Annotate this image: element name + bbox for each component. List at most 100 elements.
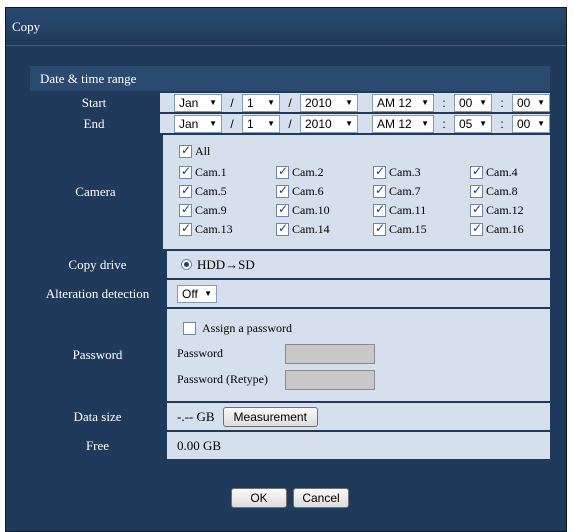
camera-label-text: Cam.6 bbox=[292, 183, 324, 198]
checkbox-icon[interactable] bbox=[276, 164, 289, 179]
chevron-down-icon: ▼ bbox=[209, 119, 217, 128]
checkbox-icon[interactable] bbox=[470, 164, 483, 179]
chevron-down-icon: ▼ bbox=[267, 98, 275, 107]
password-row: Password Assign a password Password Pass… bbox=[30, 309, 550, 401]
camera-checkbox-item[interactable]: Cam.4 bbox=[470, 164, 550, 180]
retype-line: Password (Retype) bbox=[177, 369, 375, 390]
start-label: Start bbox=[30, 93, 158, 112]
ok-button[interactable]: OK bbox=[231, 488, 287, 508]
alteration-select[interactable]: Off ▼ bbox=[177, 284, 217, 303]
end-row: End Jan ▼ / 1 ▼ / 2010 ▼ AM 12 ▼ : 05 ▼ : 00 ▼ bbox=[30, 114, 550, 133]
chevron-down-icon: ▼ bbox=[345, 119, 353, 128]
checkbox-icon[interactable] bbox=[179, 143, 192, 158]
checkbox-icon[interactable] bbox=[276, 202, 289, 217]
checkbox-icon[interactable] bbox=[179, 202, 192, 217]
start-month-select[interactable]: Jan ▼ bbox=[174, 93, 222, 112]
checkbox-icon[interactable] bbox=[470, 221, 483, 236]
camera-all[interactable]: All bbox=[179, 143, 210, 159]
end-hour-select[interactable]: AM 12 ▼ bbox=[372, 114, 434, 133]
camera-checkbox-item[interactable]: Cam.14 bbox=[276, 221, 373, 237]
camera-checkbox-item[interactable]: Cam.7 bbox=[373, 183, 470, 199]
end-minute-select[interactable]: 05 ▼ bbox=[454, 114, 492, 133]
copy-drive-radio[interactable] bbox=[181, 259, 192, 270]
assign-password[interactable]: Assign a password bbox=[183, 321, 292, 336]
password-values: Assign a password Password Password (Ret… bbox=[167, 309, 550, 401]
end-year-select[interactable]: 2010 ▼ bbox=[300, 114, 358, 133]
data-size-row: Data size -.-- GB Measurement bbox=[30, 403, 550, 430]
checkbox-icon[interactable] bbox=[179, 183, 192, 198]
checkbox-icon[interactable] bbox=[373, 164, 386, 179]
chevron-down-icon: ▼ bbox=[537, 119, 545, 128]
start-year-select[interactable]: 2010 ▼ bbox=[300, 93, 358, 112]
end-second-select[interactable]: 00 ▼ bbox=[512, 114, 550, 133]
chevron-down-icon: ▼ bbox=[537, 98, 545, 107]
checkbox-icon[interactable] bbox=[470, 183, 483, 198]
start-hour-select[interactable]: AM 12 ▼ bbox=[372, 93, 434, 112]
checkbox-icon[interactable] bbox=[276, 221, 289, 236]
measurement-button[interactable]: Measurement bbox=[222, 406, 318, 427]
data-size-values: -.-- GB Measurement bbox=[167, 403, 550, 430]
camera-checkbox-item[interactable]: Cam.15 bbox=[373, 221, 470, 237]
camera-label-text: Cam.14 bbox=[292, 221, 330, 236]
retype-input[interactable] bbox=[285, 369, 375, 390]
end-day-select[interactable]: 1 ▼ bbox=[242, 114, 280, 133]
cancel-button[interactable]: Cancel bbox=[293, 488, 349, 508]
camera-label-text: Cam.9 bbox=[195, 202, 227, 217]
password-field-label: Password bbox=[177, 346, 224, 360]
checkbox-icon[interactable] bbox=[373, 183, 386, 198]
data-size-value: -.-- GB bbox=[177, 408, 215, 424]
camera-checkbox-item[interactable]: Cam.8 bbox=[470, 183, 550, 199]
camera-checkbox-item[interactable]: Cam.1 bbox=[179, 164, 276, 180]
camera-label-text: Cam.10 bbox=[292, 202, 330, 217]
start-minute-select[interactable]: 00 ▼ bbox=[454, 93, 492, 112]
checkbox-icon[interactable] bbox=[373, 221, 386, 236]
end-month-select[interactable]: Jan ▼ bbox=[174, 114, 222, 133]
start-day-select[interactable]: 1 ▼ bbox=[242, 93, 280, 112]
time-separator: : bbox=[442, 95, 446, 110]
chevron-down-icon: ▼ bbox=[209, 98, 217, 107]
checkbox-icon[interactable] bbox=[179, 164, 192, 179]
dialog-title: Copy bbox=[6, 8, 566, 46]
camera-grid: Cam.1 Cam.2 Cam.3 Cam.4 Cam.5 Cam.6 Cam.7 Cam.8… bbox=[179, 161, 550, 241]
camera-checkbox-item[interactable]: Cam.13 bbox=[179, 221, 276, 237]
camera-checkbox-item[interactable]: Cam.2 bbox=[276, 164, 373, 180]
camera-checkbox-item[interactable]: Cam.3 bbox=[373, 164, 470, 180]
checkbox-icon[interactable] bbox=[276, 183, 289, 198]
free-row: Free 0.00 GB bbox=[30, 432, 550, 459]
chevron-down-icon: ▼ bbox=[345, 98, 353, 107]
camera-label-text: Cam.4 bbox=[486, 164, 518, 179]
free-value: 0.00 GB bbox=[177, 437, 222, 453]
camera-checkbox-item[interactable]: Cam.11 bbox=[373, 202, 470, 218]
camera-label-text: Cam.12 bbox=[486, 202, 524, 217]
checkbox-icon[interactable] bbox=[373, 202, 386, 217]
end-values: Jan ▼ / 1 ▼ / 2010 ▼ AM 12 ▼ : 05 ▼ : 00 ▼ bbox=[160, 114, 550, 133]
copy-dialog: Copy Date & time range Start Jan ▼ / 1 ▼ /… bbox=[5, 7, 567, 532]
chevron-down-icon: ▼ bbox=[421, 119, 429, 128]
checkbox-icon[interactable] bbox=[183, 321, 196, 335]
data-size-label: Data size bbox=[30, 403, 165, 430]
camera-checkbox-item[interactable]: Cam.9 bbox=[179, 202, 276, 218]
password-input[interactable] bbox=[285, 343, 375, 364]
camera-values: All Cam.1Cam.2Cam.3Cam.4Cam.5Cam.6Cam.7C… bbox=[163, 135, 550, 249]
camera-row: Camera All Cam.1Cam.2Cam.3Cam.4Cam.5Cam.… bbox=[30, 135, 550, 249]
camera-checkbox-item[interactable]: Cam.10 bbox=[276, 202, 373, 218]
free-label: Free bbox=[30, 432, 165, 459]
camera-label-text: Cam.8 bbox=[486, 183, 518, 198]
time-separator: : bbox=[500, 95, 504, 110]
chevron-down-icon: ▼ bbox=[479, 119, 487, 128]
camera-checkbox-item[interactable]: Cam.6 bbox=[276, 183, 373, 199]
free-values: 0.00 GB bbox=[167, 432, 550, 459]
camera-label-text: Cam.1 bbox=[195, 164, 227, 179]
camera-checkbox-item[interactable]: Cam.5 bbox=[179, 183, 276, 199]
camera-checkbox-item[interactable]: Cam.16 bbox=[470, 221, 550, 237]
camera-label-text: Cam.3 bbox=[389, 164, 421, 179]
password-line: Password bbox=[177, 343, 375, 364]
checkbox-icon[interactable] bbox=[470, 202, 483, 217]
date-separator: / bbox=[288, 116, 292, 131]
start-second-select[interactable]: 00 ▼ bbox=[512, 93, 550, 112]
checkbox-icon[interactable] bbox=[179, 221, 192, 236]
camera-checkbox-item[interactable]: Cam.12 bbox=[470, 202, 550, 218]
alteration-values: Off ▼ bbox=[167, 280, 550, 307]
password-label: Password bbox=[30, 309, 165, 401]
start-values: Jan ▼ / 1 ▼ / 2010 ▼ AM 12 ▼ : 00 ▼ : 00 ▼ bbox=[160, 93, 550, 112]
